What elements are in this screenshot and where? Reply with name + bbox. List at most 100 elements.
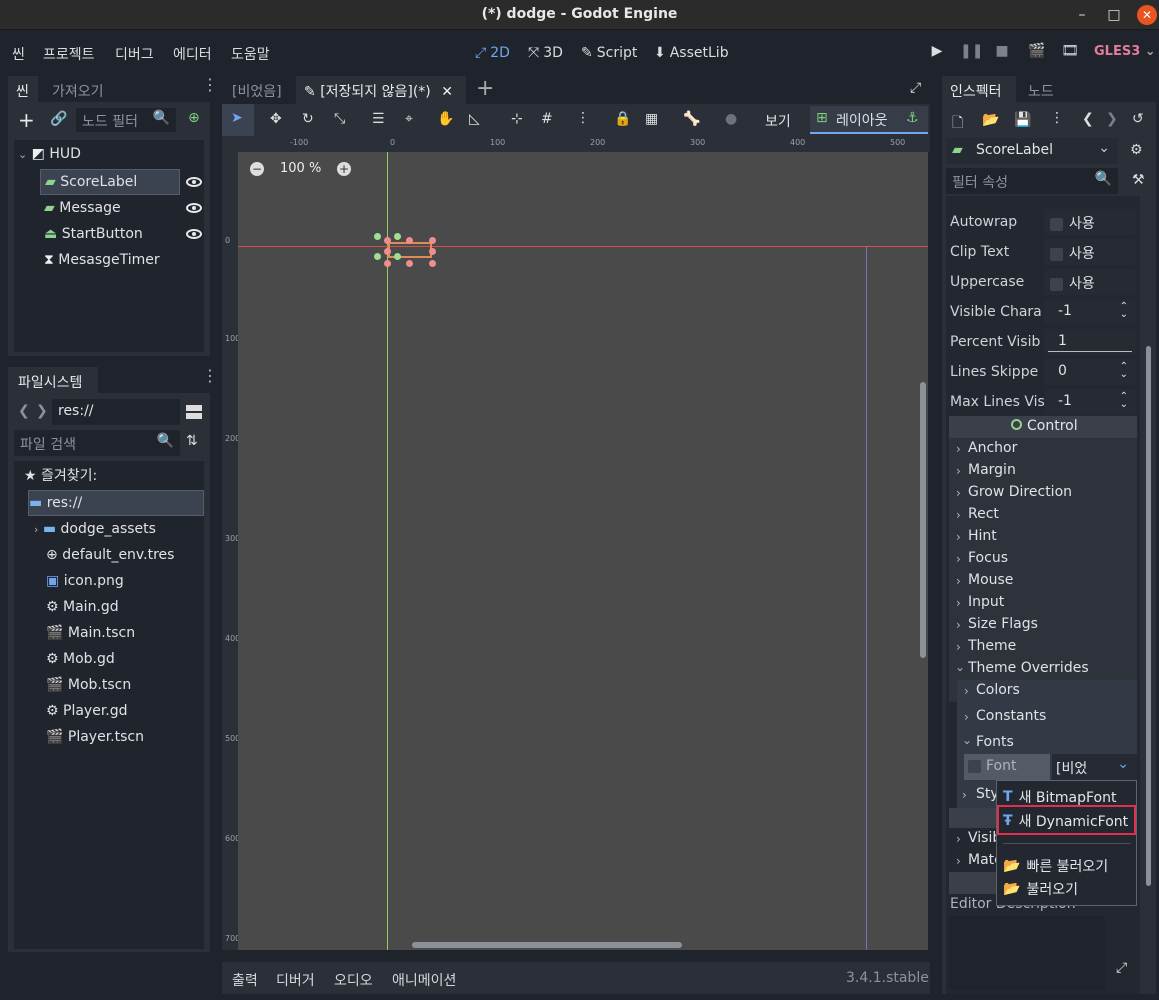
prop-cliptext-checkbox[interactable]: 사용 bbox=[1044, 239, 1136, 265]
resize-handle[interactable] bbox=[384, 260, 391, 267]
font-override-toggle[interactable]: Font bbox=[964, 754, 1050, 780]
anchor-handle[interactable] bbox=[374, 233, 381, 240]
section-input[interactable]: Input bbox=[968, 594, 1004, 610]
section-margin[interactable]: Margin bbox=[968, 462, 1016, 478]
file-mob-tscn[interactable]: 🎬 Mob.tscn bbox=[46, 673, 131, 697]
node-select-dropdown[interactable]: ▰ ScoreLabel ⌄ bbox=[946, 138, 1118, 164]
file-search-input[interactable]: 파일 검색 🔍 bbox=[14, 430, 180, 456]
play-icon[interactable]: ▶ bbox=[927, 43, 947, 63]
play-scene-icon[interactable]: 🎬 bbox=[1027, 43, 1047, 63]
property-tools-icon[interactable]: ⚒ bbox=[1132, 172, 1145, 188]
bone-icon[interactable]: 🦴 bbox=[683, 111, 700, 127]
section-rect[interactable]: Rect bbox=[968, 506, 999, 522]
list-select-icon[interactable]: ☰ bbox=[372, 111, 385, 127]
tab-import[interactable]: 가져오기 bbox=[42, 76, 114, 104]
zoom-in-icon[interactable]: + bbox=[337, 162, 351, 176]
favorites-item[interactable]: ★ 즐겨찾기: bbox=[24, 464, 97, 488]
horizontal-scrollbar[interactable] bbox=[412, 942, 682, 948]
node-filter-input[interactable]: 노드 필터 🔍 bbox=[76, 108, 176, 132]
resize-handle[interactable] bbox=[406, 237, 413, 244]
bottom-tab-debugger[interactable]: 디버거 bbox=[276, 970, 315, 990]
add-node-icon[interactable]: + bbox=[18, 110, 35, 130]
group-icon[interactable]: ▦ bbox=[645, 111, 658, 127]
selected-label-gizmo[interactable] bbox=[374, 233, 436, 267]
section-grow-direction[interactable]: Grow Direction bbox=[968, 484, 1072, 500]
prop-autowrap-checkbox[interactable]: 사용 bbox=[1044, 209, 1136, 235]
pan-tool-icon[interactable]: ✋ bbox=[437, 111, 454, 127]
tree-node-startbutton[interactable]: ⏏ StartButton bbox=[44, 222, 143, 246]
section-anchor[interactable]: Anchor bbox=[968, 440, 1017, 456]
menu-load[interactable]: 📂 불러오기 bbox=[1003, 879, 1078, 899]
tab-filesystem[interactable]: 파일시스템 bbox=[8, 367, 98, 395]
save-icon[interactable]: 💾 bbox=[1014, 112, 1031, 128]
ruler-tool-icon[interactable]: ◺ bbox=[469, 111, 480, 127]
tab-empty-scene[interactable]: [비었음] bbox=[222, 76, 292, 104]
resize-handle[interactable] bbox=[429, 237, 436, 244]
rotate-tool-icon[interactable]: ↻ bbox=[302, 111, 314, 127]
prop-max-lines-spinbox[interactable]: -1 ⌃ ⌄ bbox=[1044, 389, 1136, 415]
font-resource-picker[interactable]: [비었 ⌄ bbox=[1052, 754, 1137, 780]
menu-scene[interactable]: 씬 bbox=[12, 44, 25, 64]
anchor-handle[interactable] bbox=[394, 253, 401, 260]
menu-help[interactable]: 도움말 bbox=[231, 44, 270, 64]
workspace-2d-button[interactable]: ⤢ 2D bbox=[475, 42, 510, 64]
back-icon[interactable]: ❮ bbox=[18, 403, 30, 419]
file-main-tscn[interactable]: 🎬 Main.tscn bbox=[46, 621, 135, 645]
view-menu[interactable]: 보기 bbox=[765, 111, 791, 131]
folder-dodge-assets[interactable]: › ▬ dodge_assets bbox=[34, 517, 156, 541]
menu-quick-load[interactable]: 📂 빠른 불러오기 bbox=[1003, 856, 1108, 876]
move-tool-icon[interactable]: ✥ bbox=[270, 111, 282, 127]
camera-override-icon[interactable]: ● bbox=[725, 111, 737, 127]
tree-node-timer[interactable]: ⧗ MesasgeTimer bbox=[44, 248, 160, 272]
stop-icon[interactable]: ■ bbox=[992, 43, 1012, 63]
play-custom-scene-icon[interactable]: 🎞 bbox=[1060, 43, 1080, 63]
workspace-script-button[interactable]: ✎ Script bbox=[581, 42, 637, 64]
inspector-scrollbar[interactable] bbox=[1146, 346, 1151, 886]
section-focus[interactable]: Focus bbox=[968, 550, 1008, 566]
zoom-level[interactable]: 100 % bbox=[280, 161, 321, 176]
menu-debug[interactable]: 디버그 bbox=[115, 44, 154, 64]
expand-editor-icon[interactable]: ⤢ bbox=[1116, 960, 1127, 976]
folder-res-root[interactable]: ▬ res:// bbox=[28, 490, 204, 516]
bottom-tab-audio[interactable]: 오디오 bbox=[334, 970, 373, 990]
smart-snap-icon[interactable]: ⊹ bbox=[511, 111, 523, 127]
tree-node-hud[interactable]: ⌄ ◩ HUD bbox=[18, 142, 81, 166]
tab-scene[interactable]: 씬 bbox=[8, 76, 38, 104]
object-properties-icon[interactable]: ⚙ bbox=[1130, 142, 1143, 158]
zoom-out-icon[interactable]: − bbox=[250, 162, 264, 176]
menu-new-bitmapfont[interactable]: T 새 BitmapFont bbox=[1003, 787, 1116, 807]
section-theme[interactable]: Theme bbox=[968, 638, 1016, 654]
editor-description-field[interactable] bbox=[949, 916, 1105, 990]
add-tab-icon[interactable]: + bbox=[476, 76, 494, 102]
lock-icon[interactable]: 🔒 bbox=[614, 111, 631, 127]
snap-options-icon[interactable]: ⋮ bbox=[576, 110, 590, 126]
anchor-handle[interactable] bbox=[394, 233, 401, 240]
workspace-assetlib-button[interactable]: ⬇ AssetLib bbox=[654, 42, 729, 64]
minimize-icon[interactable]: – bbox=[1072, 5, 1092, 25]
visibility-eye-icon[interactable] bbox=[186, 229, 202, 239]
anchor-handle[interactable] bbox=[374, 253, 381, 260]
select-tool-button[interactable]: ➤ bbox=[222, 104, 254, 136]
menu-project[interactable]: 프로젝트 bbox=[43, 44, 95, 64]
tab-unsaved-scene[interactable]: ✎ [저장되지 않음](*) ✕ bbox=[296, 76, 466, 104]
file-default-env[interactable]: ⊕ default_env.tres bbox=[46, 543, 174, 567]
new-resource-icon[interactable]: 🗋 bbox=[952, 112, 963, 136]
bottom-tab-output[interactable]: 출력 bbox=[232, 970, 258, 990]
canvas-viewport[interactable]: − 100 % + bbox=[238, 152, 928, 950]
layout-menu[interactable]: ⊞ 레이아웃 ⚓ bbox=[810, 106, 928, 134]
property-filter-input[interactable]: 필터 속성 🔍 bbox=[946, 168, 1118, 194]
filesystem-dock-menu-icon[interactable]: ⋮ bbox=[202, 368, 218, 384]
link-icon[interactable]: 🔗 bbox=[50, 111, 67, 127]
resize-handle[interactable] bbox=[384, 237, 391, 244]
resize-handle[interactable] bbox=[384, 248, 391, 255]
section-hint[interactable]: Hint bbox=[968, 528, 997, 544]
scene-dock-menu-icon[interactable]: ⋮ bbox=[202, 77, 218, 93]
bottom-tab-animation[interactable]: 애니메이션 bbox=[392, 970, 456, 990]
close-icon[interactable]: ✕ bbox=[1137, 5, 1157, 25]
pivot-tool-icon[interactable]: ⌖ bbox=[405, 111, 413, 127]
pause-icon[interactable]: ❚❚ bbox=[960, 43, 983, 63]
maximize-icon[interactable]: □ bbox=[1104, 5, 1124, 25]
prop-percent-visible-slider[interactable]: 1 bbox=[1044, 329, 1136, 355]
tab-node[interactable]: 노드 bbox=[1018, 76, 1064, 104]
visibility-eye-icon[interactable] bbox=[186, 203, 202, 213]
